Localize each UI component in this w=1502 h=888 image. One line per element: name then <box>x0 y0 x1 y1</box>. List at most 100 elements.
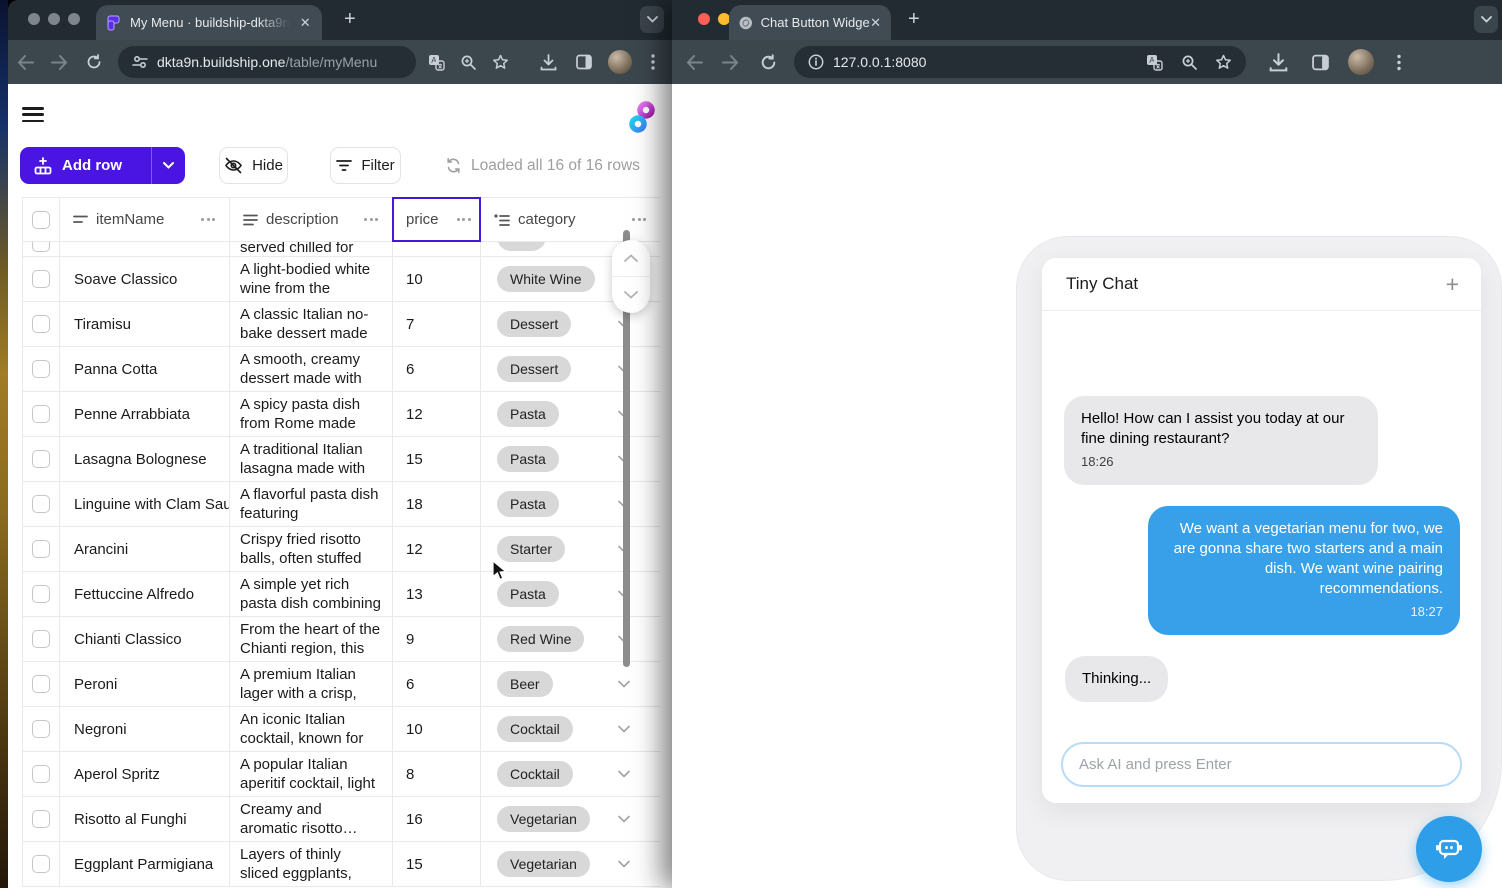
cell-itemname[interactable]: Risotto al Funghi <box>59 797 229 841</box>
table-row-partial[interactable]: served chilled for <box>23 242 660 257</box>
table-row[interactable]: TiramisuA classic Italian no-bake desser… <box>23 302 660 347</box>
chevron-down-icon[interactable] <box>618 680 630 688</box>
new-tab-button[interactable]: + <box>344 8 356 31</box>
bookmark-star-icon[interactable] <box>484 54 516 70</box>
row-checkbox[interactable] <box>32 765 50 783</box>
table-row[interactable]: Aperol SpritzA popular Italian aperitif … <box>23 752 660 797</box>
new-tab-button[interactable]: + <box>908 8 920 31</box>
cell-description[interactable]: A smooth, creamy dessert made with <box>229 347 392 391</box>
cell-description[interactable]: From the heart of the Chianti region, th… <box>229 617 392 661</box>
row-checkbox[interactable] <box>32 810 50 828</box>
chevron-down-icon[interactable] <box>618 860 630 868</box>
cell-price[interactable]: 7 <box>392 302 480 346</box>
column-header-description[interactable]: description <box>229 198 392 241</box>
add-row-button[interactable]: Add row <box>20 147 185 184</box>
column-menu-icon[interactable] <box>364 218 378 221</box>
address-bar[interactable]: dkta9n.buildship.one/table/myMenu <box>118 46 416 78</box>
left-browser-tab[interactable]: My Menu · buildship-dkta9n ✕ <box>96 5 322 40</box>
download-icon[interactable] <box>530 54 566 71</box>
cell-description[interactable]: A classic Italian no-bake dessert made <box>229 302 392 346</box>
column-menu-icon[interactable] <box>457 218 471 221</box>
sidebar-icon[interactable] <box>1300 54 1340 71</box>
category-chip[interactable]: Beer <box>497 671 553 697</box>
row-checkbox[interactable] <box>32 405 50 423</box>
find-zoom-icon[interactable] <box>1181 54 1197 70</box>
cell-description[interactable]: A light-bodied white wine from the <box>229 257 392 301</box>
chevron-down-icon[interactable] <box>618 815 630 823</box>
cell-price[interactable]: 8 <box>392 752 480 796</box>
cell-itemname[interactable]: Peroni <box>59 662 229 706</box>
row-checkbox[interactable] <box>32 540 50 558</box>
profile-avatar[interactable] <box>602 50 638 74</box>
cell-price[interactable]: 15 <box>392 842 480 886</box>
download-icon[interactable] <box>1256 53 1300 72</box>
chevron-down-icon[interactable] <box>618 725 630 733</box>
table-row[interactable]: Risotto al FunghiCreamy and aromatic ris… <box>23 797 660 842</box>
find-zoom-icon[interactable] <box>452 54 484 70</box>
bookmark-star-icon[interactable] <box>1215 54 1232 70</box>
back-icon[interactable] <box>676 55 712 70</box>
right-browser-tab[interactable]: Chat Button Widget ✕ <box>729 5 891 40</box>
cell-description[interactable]: A traditional Italian lasagna made with <box>229 437 392 481</box>
scroll-up-button[interactable] <box>612 240 650 277</box>
column-menu-icon[interactable] <box>201 218 215 221</box>
browser-menu-icon[interactable] <box>638 54 668 70</box>
cell-price[interactable]: 15 <box>392 437 480 481</box>
row-checkbox[interactable] <box>32 585 50 603</box>
row-checkbox[interactable] <box>32 630 50 648</box>
sidebar-icon[interactable] <box>566 54 602 70</box>
select-all-checkbox[interactable] <box>23 198 59 241</box>
cell-price[interactable]: 16 <box>392 797 480 841</box>
cell-price[interactable]: 10 <box>392 707 480 751</box>
new-chat-button[interactable]: + <box>1446 273 1459 296</box>
table-row[interactable]: Panna CottaA smooth, creamy dessert made… <box>23 347 660 392</box>
category-chip[interactable] <box>497 242 546 251</box>
cell-price[interactable]: 10 <box>392 257 480 301</box>
cell-description[interactable]: An iconic Italian cocktail, known for <box>229 707 392 751</box>
window-traffic-lights[interactable] <box>28 13 80 25</box>
back-icon[interactable] <box>8 55 42 70</box>
chevron-down-icon[interactable] <box>618 770 630 778</box>
cell-itemname[interactable]: Chianti Classico <box>59 617 229 661</box>
category-chip[interactable]: Pasta <box>497 401 559 427</box>
row-checkbox[interactable] <box>32 675 50 693</box>
table-row[interactable]: Soave ClassicoA light-bodied white wine … <box>23 257 660 302</box>
table-row[interactable]: Linguine with Clam SauA flavorful pasta … <box>23 482 660 527</box>
category-chip[interactable]: Red Wine <box>497 626 584 652</box>
cell-itemname[interactable]: Tiramisu <box>59 302 229 346</box>
category-chip[interactable]: Vegetarian <box>497 851 590 877</box>
chat-fab-button[interactable] <box>1416 816 1482 882</box>
cell-description[interactable]: A premium Italian lager with a crisp, <box>229 662 392 706</box>
menu-hamburger-icon[interactable] <box>22 107 44 122</box>
row-checkbox[interactable] <box>32 855 50 873</box>
table-row[interactable]: Fettuccine AlfredoA simple yet rich past… <box>23 572 660 617</box>
cell-itemname[interactable]: Arancini <box>59 527 229 571</box>
row-checkbox[interactable] <box>32 315 50 333</box>
table-row[interactable]: Lasagna BologneseA traditional Italian l… <box>23 437 660 482</box>
cell-price[interactable]: 13 <box>392 572 480 616</box>
cell-price[interactable]: 6 <box>392 347 480 391</box>
column-menu-icon[interactable] <box>632 218 646 221</box>
cell-price[interactable]: 9 <box>392 617 480 661</box>
row-checkbox[interactable] <box>32 720 50 738</box>
forward-icon[interactable] <box>42 55 76 70</box>
row-checkbox[interactable] <box>32 495 50 513</box>
cell-price[interactable]: 18 <box>392 482 480 526</box>
cell-itemname[interactable]: Fettuccine Alfredo <box>59 572 229 616</box>
table-row[interactable]: AranciniCrispy fried risotto balls, ofte… <box>23 527 660 572</box>
cell-itemname[interactable]: Panna Cotta <box>59 347 229 391</box>
cell-itemname[interactable]: Aperol Spritz <box>59 752 229 796</box>
row-checkbox[interactable] <box>32 450 50 468</box>
address-bar[interactable]: 127.0.0.1:8080 A <box>794 46 1246 78</box>
table-row[interactable]: NegroniAn iconic Italian cocktail, known… <box>23 707 660 752</box>
profile-avatar[interactable] <box>1340 49 1382 75</box>
refresh-icon[interactable] <box>76 54 112 70</box>
translate-icon[interactable]: A <box>1146 54 1163 71</box>
cell-itemname[interactable]: Linguine with Clam Sau <box>59 482 229 526</box>
cell-description[interactable]: A flavorful pasta dish featuring <box>229 482 392 526</box>
cell-price[interactable]: 12 <box>392 527 480 571</box>
cell-description[interactable]: A simple yet rich pasta dish combining <box>229 572 392 616</box>
cell-description[interactable]: Crispy fried risotto balls, often stuffe… <box>229 527 392 571</box>
category-chip[interactable]: Cocktail <box>497 716 573 742</box>
cell-description[interactable]: A popular Italian aperitif cocktail, lig… <box>229 752 392 796</box>
